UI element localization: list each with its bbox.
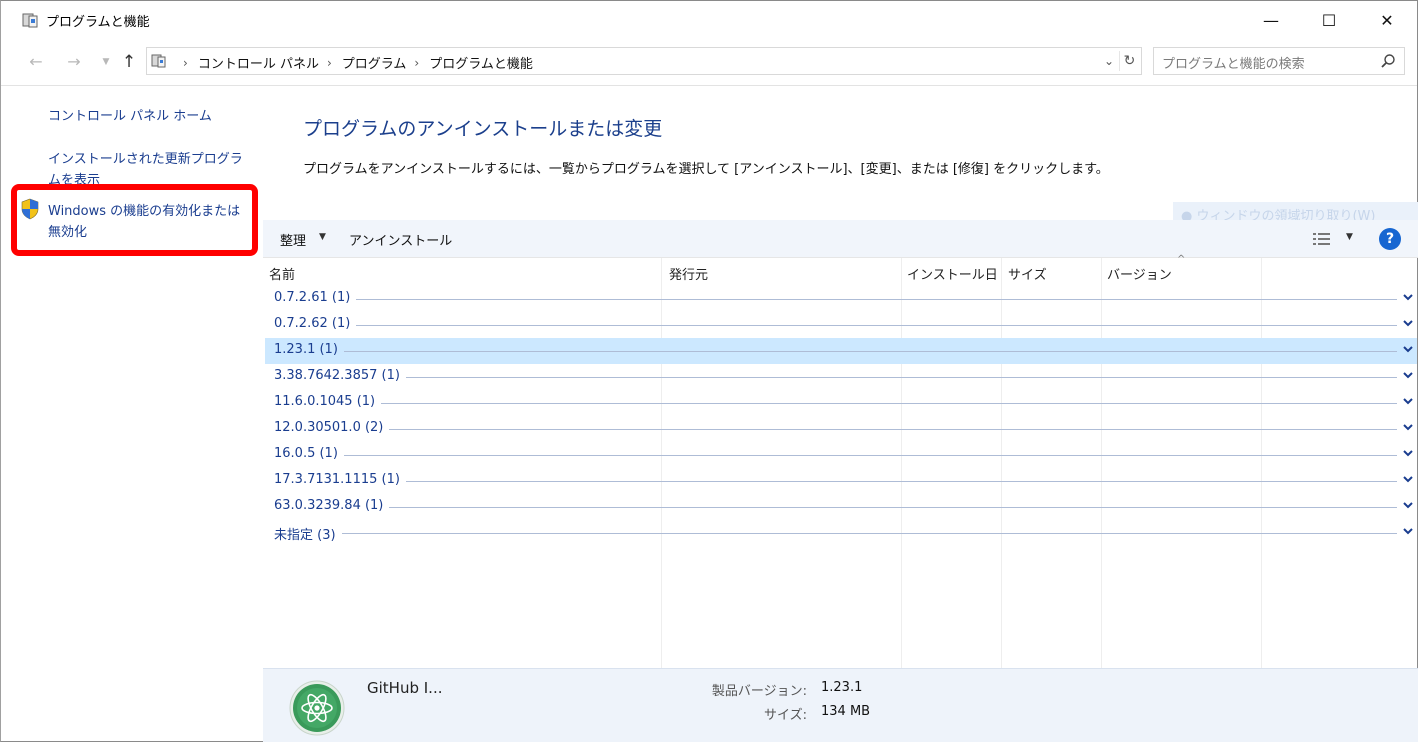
close-button[interactable]: ✕: [1357, 1, 1417, 39]
collapse-chevron-icon[interactable]: [1401, 472, 1415, 486]
view-options-chevron-icon[interactable]: ▼: [1346, 232, 1353, 242]
group-row[interactable]: 17.3.7131.1115 (1): [265, 468, 1417, 494]
group-row[interactable]: 未指定 (3): [265, 520, 1417, 546]
collapse-chevron-icon[interactable]: [1401, 446, 1415, 460]
collapse-chevron-icon[interactable]: [1401, 420, 1415, 434]
maximize-button[interactable]: ☐: [1299, 1, 1359, 39]
group-row[interactable]: 1.23.1 (1): [265, 338, 1417, 364]
uninstall-button[interactable]: アンインストール: [349, 230, 452, 249]
search-placeholder: プログラムと機能の検索: [1162, 57, 1305, 72]
selected-app-name: GitHub I...: [367, 679, 443, 697]
search-input[interactable]: プログラムと機能の検索: [1153, 47, 1405, 75]
collapse-chevron-icon[interactable]: [1401, 316, 1415, 330]
group-separator-line: [356, 325, 1397, 326]
minimize-button[interactable]: —: [1241, 1, 1301, 39]
group-separator-line: [344, 455, 1397, 456]
group-separator-line: [406, 377, 1397, 378]
page-title: プログラムのアンインストールまたは変更: [303, 118, 663, 140]
collapse-chevron-icon[interactable]: [1401, 368, 1415, 382]
organize-button[interactable]: 整理: [280, 230, 306, 249]
details-pane: GitHub I... 製品バージョン: 1.23.1 サイズ: 134 MB: [263, 668, 1418, 742]
group-header-label[interactable]: 0.7.2.61 (1): [274, 290, 356, 305]
group-header-label[interactable]: 11.6.0.1045 (1): [274, 394, 381, 409]
organize-dropdown-chevron-icon[interactable]: ▼: [319, 232, 326, 242]
search-icon[interactable]: [1380, 53, 1396, 69]
window-title: プログラムと機能: [46, 15, 150, 30]
sort-ascending-icon: ^: [1177, 254, 1186, 265]
group-header-label[interactable]: 3.38.7642.3857 (1): [274, 368, 406, 383]
group-header-label[interactable]: 12.0.30501.0 (2): [274, 420, 389, 435]
breadcrumb-programs[interactable]: プログラム: [342, 53, 407, 72]
group-header-label[interactable]: 17.3.7131.1115 (1): [274, 472, 406, 487]
group-header-label[interactable]: 0.7.2.62 (1): [274, 316, 356, 331]
group-separator-line: [342, 533, 1397, 534]
refresh-icon[interactable]: ↻: [1119, 51, 1139, 71]
page-description: プログラムをアンインストールするには、一覧からプログラムを選択して [アンインス…: [303, 162, 1109, 177]
group-separator-line: [381, 403, 1397, 404]
control-panel-icon: [151, 54, 166, 68]
group-header-label[interactable]: 16.0.5 (1): [274, 446, 344, 461]
size-label: サイズ:: [764, 708, 807, 723]
column-header-name[interactable]: 名前: [269, 264, 295, 283]
group-separator-line: [356, 299, 1397, 300]
column-header-version[interactable]: バージョン: [1107, 264, 1172, 283]
left-task-pane: コントロール パネル ホーム インストールされた更新プログラムを表示 Windo…: [1, 86, 263, 742]
group-row[interactable]: 0.7.2.61 (1): [265, 286, 1417, 312]
collapse-chevron-icon[interactable]: [1401, 498, 1415, 512]
breadcrumb-separator-icon[interactable]: ›: [327, 56, 332, 70]
group-separator-line: [389, 429, 1397, 430]
programs-list: 名前 発行元 インストール日 サイズ バージョン ^ 0.7.2.61 (1) 0…: [263, 254, 1418, 668]
collapse-chevron-icon[interactable]: [1401, 394, 1415, 408]
atom-app-icon: [289, 680, 345, 736]
up-button[interactable]: ↑: [118, 51, 140, 73]
group-header-label[interactable]: 未指定 (3): [274, 524, 342, 543]
group-row[interactable]: 3.38.7642.3857 (1): [265, 364, 1417, 390]
help-button[interactable]: ?: [1379, 228, 1401, 250]
breadcrumb: › コントロール パネル › プログラム › プログラムと機能: [175, 53, 533, 73]
back-button[interactable]: ←: [25, 51, 47, 73]
group-row[interactable]: 16.0.5 (1): [265, 442, 1417, 468]
group-header-label[interactable]: 63.0.3239.84 (1): [274, 498, 389, 513]
address-bar[interactable]: › コントロール パネル › プログラム › プログラムと機能 ⌄ ↻: [146, 47, 1142, 75]
collapse-chevron-icon[interactable]: [1401, 524, 1415, 538]
version-value: 1.23.1: [821, 680, 863, 695]
control-panel-icon: [22, 13, 38, 28]
group-separator-line: [389, 507, 1397, 508]
group-row[interactable]: 0.7.2.62 (1): [265, 312, 1417, 338]
annotation-highlight-box: [11, 184, 258, 256]
collapse-chevron-icon[interactable]: [1401, 342, 1415, 356]
version-label: 製品バージョン:: [711, 684, 807, 699]
group-separator-line: [406, 481, 1397, 482]
group-header-label[interactable]: 1.23.1 (1): [274, 342, 344, 357]
column-header-install-date[interactable]: インストール日: [907, 264, 998, 283]
recent-locations-chevron-icon[interactable]: ▼: [95, 51, 117, 73]
breadcrumb-control-panel[interactable]: コントロール パネル: [198, 53, 319, 72]
breadcrumb-programs-and-features[interactable]: プログラムと機能: [429, 53, 533, 72]
column-header-publisher[interactable]: 発行元: [669, 264, 708, 283]
group-row[interactable]: 11.6.0.1045 (1): [265, 390, 1417, 416]
view-details-icon[interactable]: [1312, 231, 1332, 247]
column-header-size[interactable]: サイズ: [1008, 264, 1047, 283]
address-history-chevron-icon[interactable]: ⌄: [1099, 51, 1119, 71]
forward-button[interactable]: →: [63, 51, 85, 73]
size-value: 134 MB: [821, 704, 871, 719]
breadcrumb-separator-icon[interactable]: ›: [183, 56, 188, 70]
sidebar-item-control-panel-home[interactable]: コントロール パネル ホーム: [48, 106, 253, 127]
breadcrumb-separator-icon[interactable]: ›: [414, 56, 419, 70]
collapse-chevron-icon[interactable]: [1401, 290, 1415, 304]
command-bar: 整理 ▼ アンインストール ▼ ?: [263, 220, 1418, 258]
group-separator-line: [344, 351, 1397, 352]
title-bar[interactable]: プログラムと機能 — ☐ ✕: [1, 1, 1417, 39]
group-row[interactable]: 63.0.3239.84 (1): [265, 494, 1417, 520]
navigation-bar: ← → ▼ ↑ › コントロール パネル › プログラム › プログラムと機能 …: [1, 39, 1417, 83]
programs-and-features-window: プログラムと機能 — ☐ ✕ ← → ▼ ↑ › コントロール パネル › プロ…: [0, 0, 1418, 742]
group-row[interactable]: 12.0.30501.0 (2): [265, 416, 1417, 442]
